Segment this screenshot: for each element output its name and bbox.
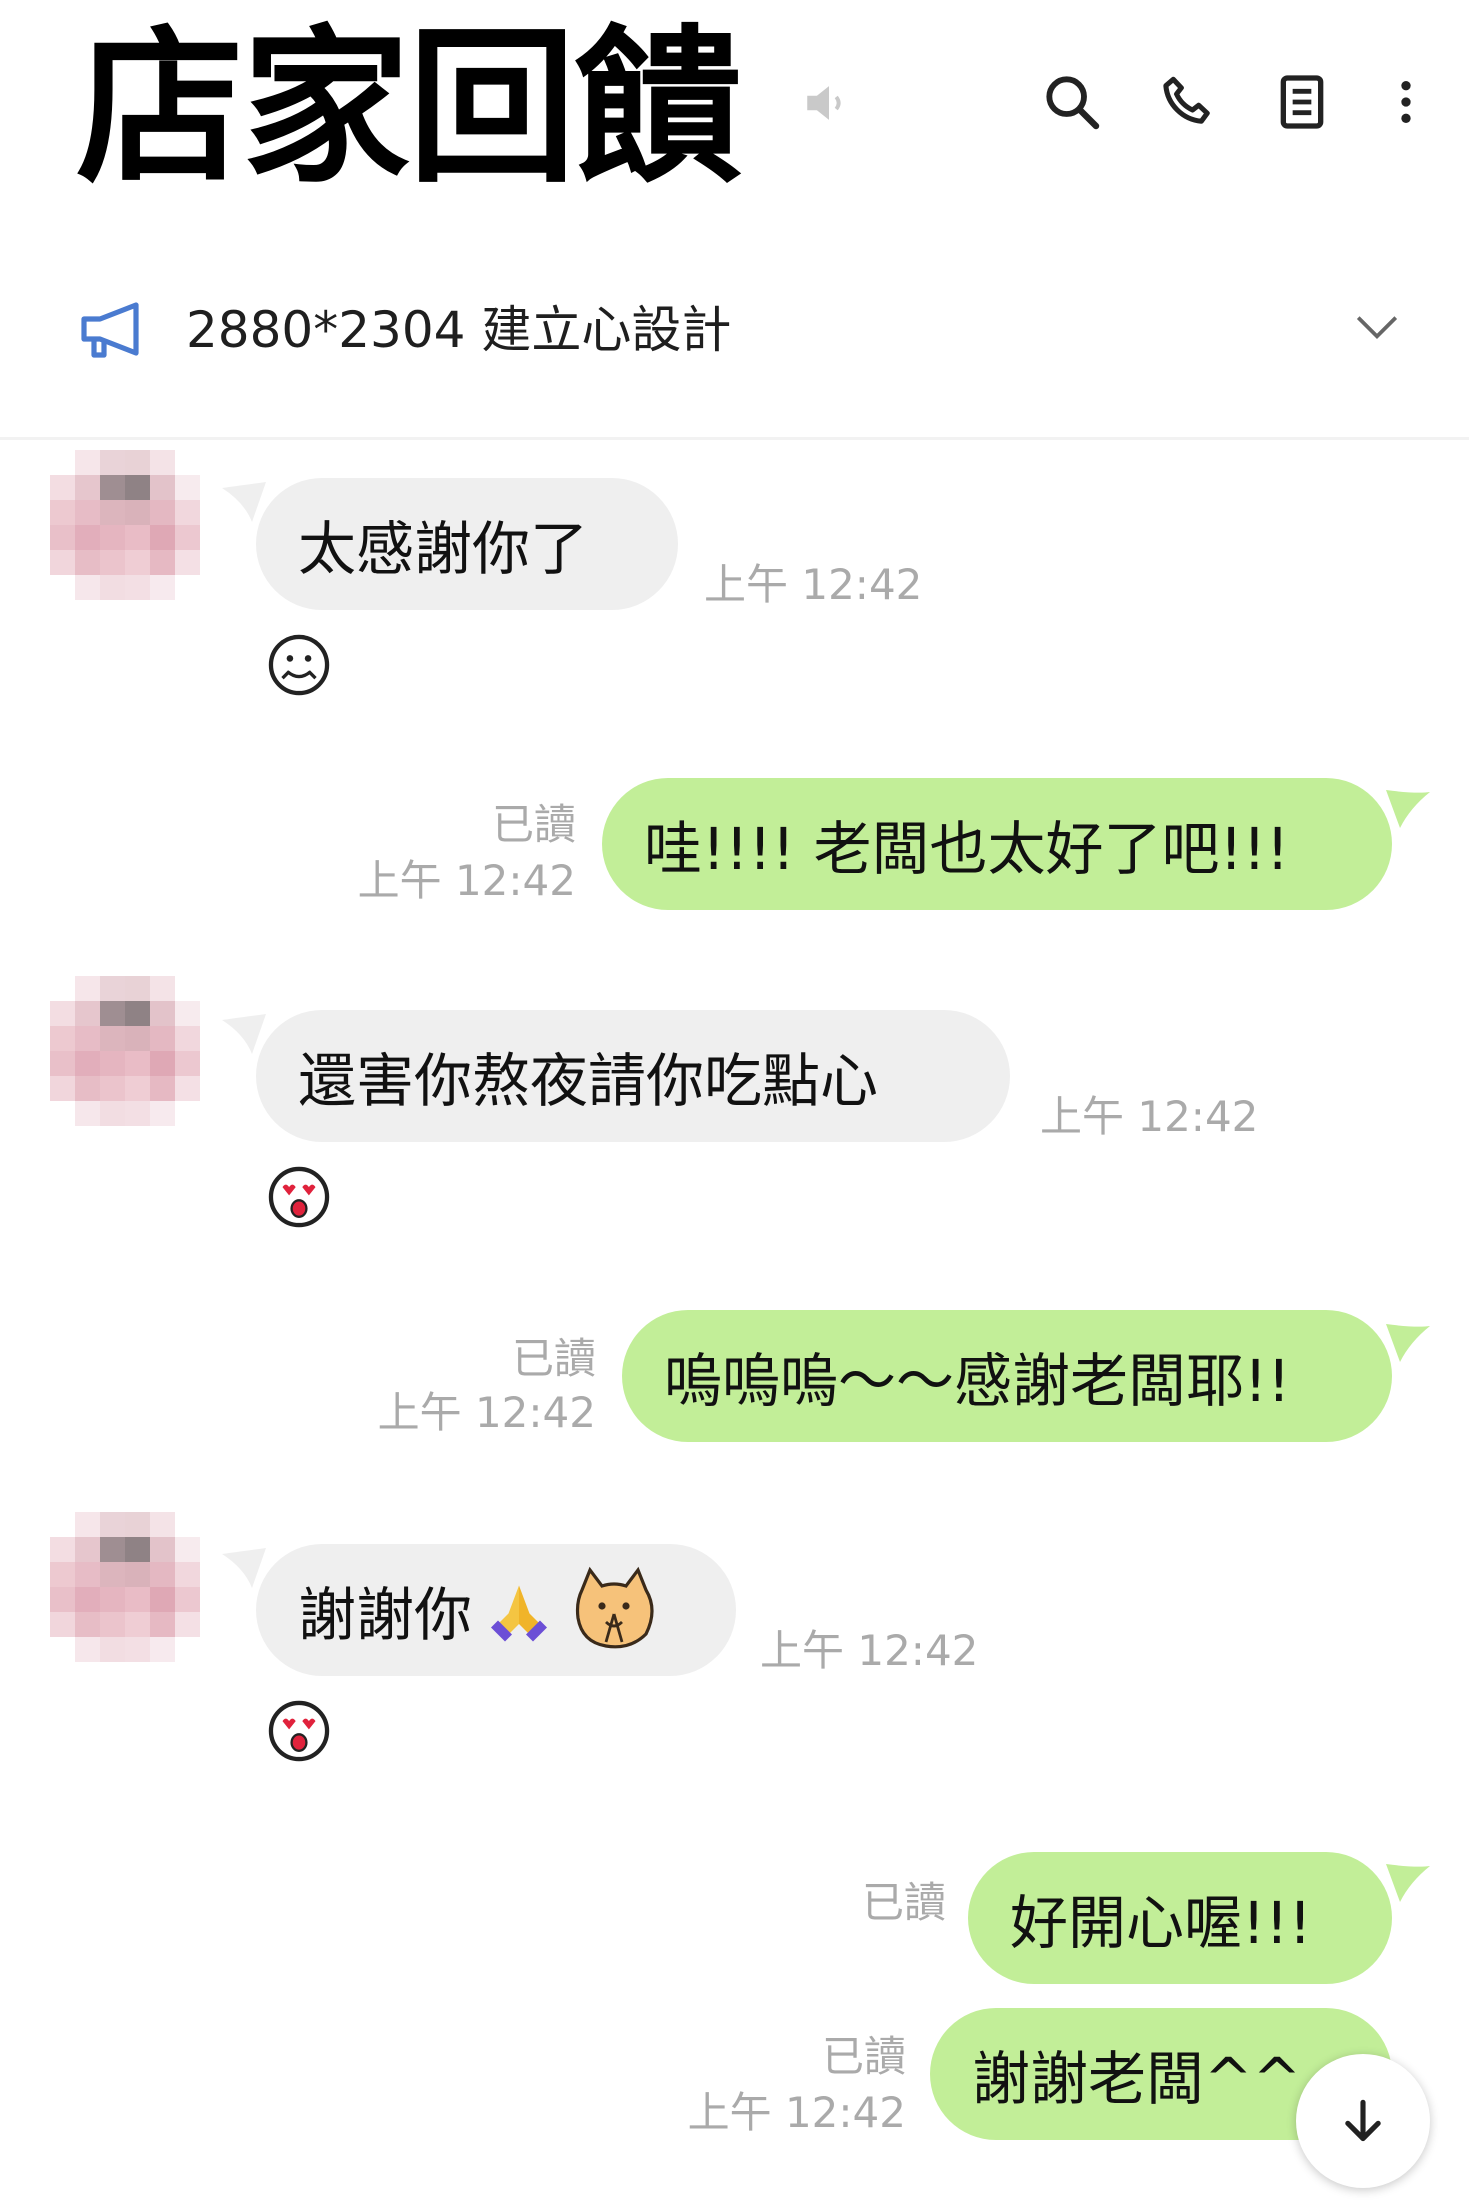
message-time: 上午 12:42 — [1040, 1092, 1259, 1141]
message-time: 上午 12:42 — [687, 2088, 906, 2137]
chat-header: 店家回饋 2880*2304 建立心設計 — [0, 0, 1469, 440]
announcement-text: 2880*2304 建立心設計 — [186, 301, 732, 359]
message-bubble[interactable]: 嗚嗚嗚～～感謝老闆耶!! — [622, 1310, 1392, 1442]
phone-call-icon[interactable] — [1156, 70, 1220, 134]
heart-eyes-reaction-icon[interactable] — [266, 1164, 332, 1230]
cat-sticker-icon — [575, 1566, 654, 1649]
bubble-tail — [1386, 1864, 1430, 1902]
search-icon[interactable] — [1040, 70, 1104, 134]
announcement-bar[interactable]: 2880*2304 建立心設計 — [0, 280, 1469, 380]
bubble-tail — [222, 1014, 266, 1054]
message-bubble[interactable]: 好開心喔!!! — [968, 1852, 1392, 1984]
message-bubble[interactable]: 還害你熬夜請你吃點心 — [256, 1010, 1010, 1142]
scroll-to-bottom-button[interactable] — [1296, 2054, 1430, 2188]
bubble-tail — [1386, 1324, 1430, 1362]
more-options-icon[interactable] — [1378, 70, 1434, 134]
read-receipt: 已讀 — [511, 1334, 596, 1383]
chevron-down-icon[interactable] — [1354, 312, 1400, 342]
sender-avatar[interactable] — [50, 976, 200, 1126]
reaction-sticker-icon[interactable] — [266, 632, 332, 698]
arrow-down-icon — [1345, 2099, 1381, 2142]
praying-hands-emoji-icon — [491, 1585, 548, 1642]
read-receipt: 已讀 — [861, 1878, 946, 1927]
message-text: 嗚嗚嗚～～感謝老闆耶!! — [664, 1347, 1291, 1415]
read-receipt: 已讀 — [491, 800, 576, 849]
bubble-tail — [1386, 790, 1430, 828]
sender-avatar[interactable] — [50, 450, 200, 600]
message-text: 謝謝你 — [298, 1581, 473, 1649]
message-text: 還害你熬夜請你吃點心 — [298, 1047, 879, 1115]
message-time: 上午 12:42 — [377, 1388, 596, 1437]
chat-screen: 店家回饋 2880*2304 建立心設計 太感謝你了 上午 12:42 已讀 上… — [0, 0, 1469, 2208]
bubble-tail — [222, 482, 266, 522]
mute-speaker-icon[interactable] — [800, 74, 858, 132]
message-text: 太感謝你了 — [298, 515, 589, 583]
read-receipt: 已讀 — [821, 2032, 906, 2081]
message-bubble[interactable]: 謝謝你 — [256, 1544, 736, 1676]
message-bubble[interactable]: 太感謝你了 — [256, 478, 678, 610]
message-bubble[interactable]: 哇!!!! 老闆也太好了吧!!! — [602, 778, 1392, 910]
page-title: 店家回饋 — [76, 10, 742, 206]
notes-icon[interactable] — [1270, 70, 1334, 134]
message-time: 上午 12:42 — [357, 856, 576, 905]
bubble-tail — [222, 1548, 266, 1588]
message-text: 哇!!!! 老闆也太好了吧!!! — [644, 815, 1290, 883]
sender-avatar[interactable] — [50, 1512, 200, 1662]
message-time: 上午 12:42 — [704, 560, 923, 609]
megaphone-icon — [78, 300, 150, 362]
message-text: 好開心喔!!! — [1010, 1889, 1312, 1957]
message-text: 謝謝老闆^^ — [972, 2045, 1302, 2113]
heart-eyes-reaction-icon[interactable] — [266, 1698, 332, 1764]
message-time: 上午 12:42 — [760, 1626, 979, 1675]
